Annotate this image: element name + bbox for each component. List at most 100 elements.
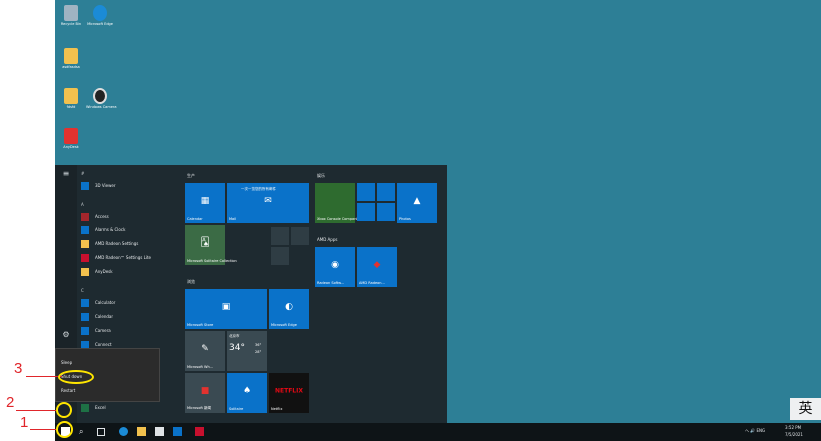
amd-link-icon: ◆	[373, 260, 381, 270]
explorer-taskbar-icon[interactable]	[137, 427, 146, 436]
mail-taskbar-icon[interactable]	[173, 427, 182, 436]
desktop: Recycle Bin Microsoft Edge asdfasdsa fds…	[55, 0, 821, 441]
clock-date[interactable]: 7/5/2021	[785, 432, 803, 437]
desktop-icon-recycle-bin[interactable]: Recycle Bin	[57, 5, 85, 26]
app-calendar[interactable]: Calendar	[77, 311, 185, 323]
app-label: AMD Radeon Settings	[95, 241, 139, 246]
tile-solitaire[interactable]: ♠ Solitaire	[227, 373, 267, 413]
desktop-icon-label: fdsfd	[66, 105, 76, 109]
store-taskbar-icon[interactable]	[155, 427, 164, 436]
desktop-icon-anydesk[interactable]: AnyDesk	[57, 128, 85, 149]
app-list-letter[interactable]: #	[81, 171, 84, 176]
app-access[interactable]: Access	[77, 211, 185, 223]
desktop-icon-folder-2[interactable]: fdsfd	[57, 88, 85, 109]
desktop-icon-edge[interactable]: Microsoft Edge	[86, 5, 114, 26]
tiles-area: 生产 ▦ Calendar 一次一览您的所有邮件 ✉ Mail 🂡 Micros…	[185, 165, 447, 425]
callout-3: 3	[14, 360, 23, 377]
radeon-icon: ◉	[331, 260, 339, 270]
tile-group-header: 浏览	[187, 279, 195, 284]
task-view-icon[interactable]	[97, 428, 105, 436]
highlight-start-button	[56, 421, 73, 438]
tile-edge[interactable]: ◐ Microsoft Edge	[269, 289, 309, 329]
tile-small-5[interactable]	[377, 183, 395, 201]
folder-icon	[64, 48, 78, 64]
clock-time[interactable]: 3:52 PM	[785, 425, 801, 430]
3d-viewer-icon	[81, 182, 89, 190]
app-list-letter[interactable]: A	[81, 202, 84, 207]
app-list-letter[interactable]: C	[81, 288, 84, 293]
app-alarms-clock[interactable]: Alarms & Clock	[77, 224, 185, 236]
tile-whiteboard[interactable]: ✎ Microsoft Wh...	[185, 331, 225, 371]
tile-radeon-software[interactable]: ◉ Radeon Softw...	[315, 247, 355, 287]
photos-icon: ▲	[413, 196, 421, 206]
tile-calendar[interactable]: ▦ Calendar	[185, 183, 225, 223]
ime-indicator[interactable]: 英	[790, 398, 821, 420]
app-label: Camera	[95, 328, 111, 333]
callout-1: 1	[20, 414, 29, 431]
tile-label: Radeon Softw...	[317, 281, 345, 285]
app-camera[interactable]: Camera	[77, 325, 185, 337]
edge-taskbar-icon[interactable]	[119, 427, 128, 436]
folder-icon	[64, 88, 78, 104]
store-icon: ▣	[221, 302, 231, 312]
tile-mail[interactable]: 一次一览您的所有邮件 ✉ Mail	[227, 183, 309, 223]
desktop-icon-label: AnyDesk	[63, 145, 79, 149]
tile-small-6[interactable]	[357, 203, 375, 221]
app-taskbar-icon[interactable]	[195, 427, 204, 436]
tile-label: Mail	[229, 217, 237, 221]
tile-solitaire-collection[interactable]: 🂡 Microsoft Solitaire Collection	[185, 225, 237, 265]
app-amd-radeon-settings-lite[interactable]: AMD Radeon™ Settings Lite	[77, 252, 185, 264]
app-label: Calendar	[95, 314, 113, 319]
tile-label: Photos	[399, 217, 411, 221]
callout-line-2	[16, 410, 56, 411]
desktop-icon-folder-1[interactable]: asdfasdsa	[57, 48, 85, 69]
mail-banner: 一次一览您的所有邮件	[241, 187, 276, 191]
excel-icon	[81, 404, 89, 412]
power-sleep[interactable]: Sleep	[61, 360, 72, 365]
weather-high: 36°	[255, 343, 262, 347]
camera-icon	[81, 327, 89, 335]
tile-small-2[interactable]	[291, 227, 309, 245]
weather-temp: 34°	[229, 343, 245, 353]
tile-label: Microsoft Solitaire Collection	[187, 259, 237, 263]
taskbar: ⌕ へ 🔊 ENG 3:52 PM 7/5/2021	[55, 423, 821, 441]
anydesk-icon	[64, 128, 78, 144]
tile-small-4[interactable]	[357, 183, 375, 201]
mail-icon: ✉	[264, 196, 272, 206]
app-label: Connect	[95, 342, 112, 347]
app-excel[interactable]: Excel	[77, 402, 185, 414]
desktop-icon-camera[interactable]: Windows Camera	[86, 88, 117, 109]
tile-weather[interactable]: 北京市 34° 36° 28°	[227, 331, 267, 371]
cards-icon: 🂡	[200, 238, 210, 248]
tile-amd-link[interactable]: ◆ AMD Radeon...	[357, 247, 397, 287]
tile-netflix[interactable]: NETFLIX Netflix	[269, 373, 309, 413]
power-restart[interactable]: Restart	[61, 388, 75, 393]
tile-small-3[interactable]	[271, 247, 289, 265]
tile-label: Microsoft Wh...	[187, 365, 214, 369]
settings-icon[interactable]: ⚙	[62, 331, 70, 339]
tile-photos[interactable]: ▲ Photos	[397, 183, 437, 223]
tile-store[interactable]: ▣ Microsoft Store	[185, 289, 267, 329]
search-icon[interactable]: ⌕	[79, 427, 88, 436]
tile-small-1[interactable]	[271, 227, 289, 245]
app-calculator[interactable]: Calculator	[77, 297, 185, 309]
desktop-icon-label: Recycle Bin	[60, 22, 82, 26]
netflix-logo: NETFLIX	[275, 387, 303, 395]
tile-small-7[interactable]	[377, 203, 395, 221]
tile-label: Xbox Console Companion	[317, 217, 362, 221]
highlight-shut-down	[58, 370, 94, 384]
desktop-icon-label: Windows Camera	[86, 105, 117, 109]
app-label: Calculator	[95, 300, 116, 305]
system-tray[interactable]: へ 🔊 ENG	[745, 428, 765, 434]
app-amd-radeon-settings[interactable]: AMD Radeon Settings	[77, 238, 185, 250]
tile-news[interactable]: ■ Microsoft 新闻	[185, 373, 225, 413]
calculator-icon	[81, 299, 89, 307]
app-label: Excel	[95, 405, 106, 410]
desktop-icon-label: asdfasdsa	[62, 65, 80, 69]
tile-xbox[interactable]: Xbox Console Companion	[315, 183, 362, 223]
hamburger-icon[interactable]: ≡	[62, 170, 70, 178]
app-3d-viewer[interactable]: 3D Viewer	[77, 180, 185, 192]
app-label: Alarms & Clock	[95, 227, 126, 232]
callout-line-1	[30, 429, 56, 430]
app-anydesk[interactable]: AnyDesk	[77, 266, 185, 278]
